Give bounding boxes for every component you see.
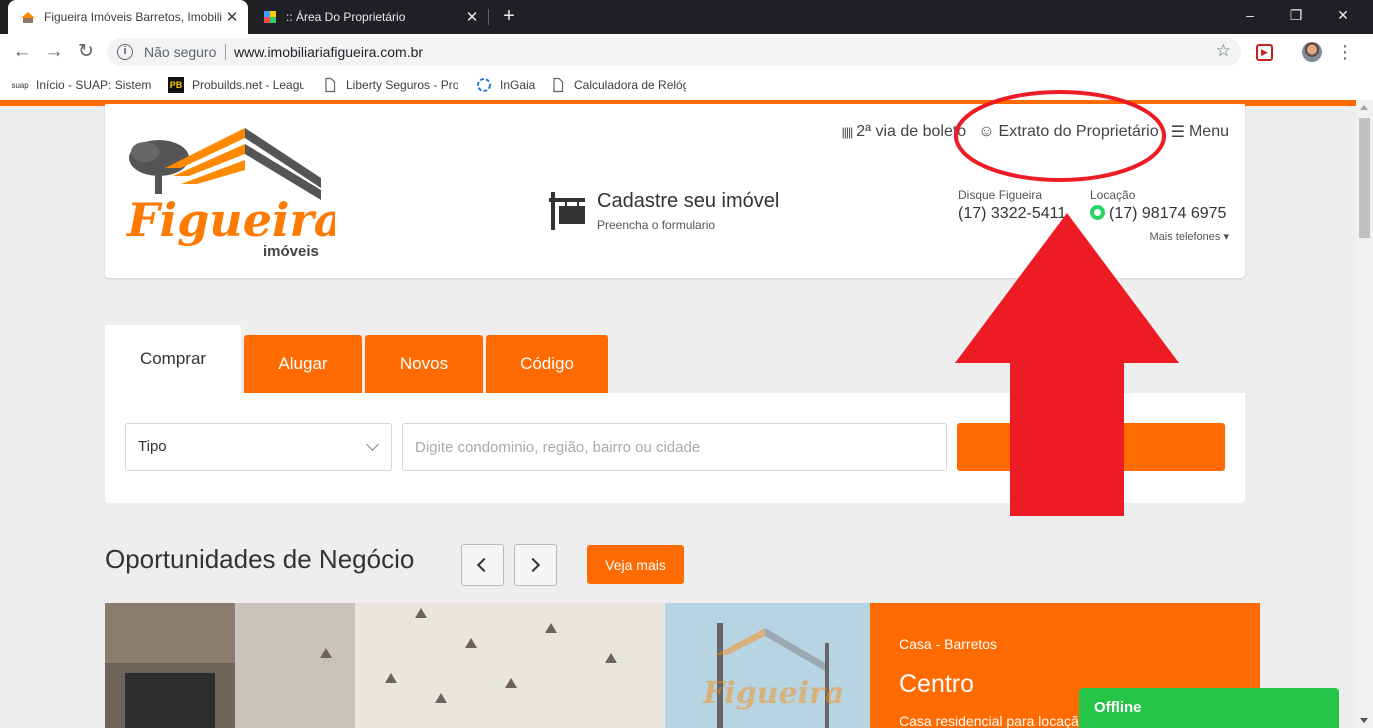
tab-title: Figueira Imóveis Barretos, Imobili <box>44 10 222 24</box>
bookmarks-bar: suap Início - SUAP: Sistema PB Probuilds… <box>0 70 1373 100</box>
tab-separator <box>488 9 489 25</box>
bookmark-label: Probuilds.net - League <box>192 78 304 92</box>
info-icon[interactable]: i <box>117 44 133 60</box>
extrato-label: Extrato do Proprietário <box>998 123 1159 140</box>
tab-codigo[interactable]: Código <box>486 335 608 393</box>
cadastre-subtitle: Preencha o formulario <box>597 218 716 232</box>
close-tab-icon[interactable]: ✕ <box>462 8 482 26</box>
back-button[interactable]: ← <box>10 40 34 64</box>
new-tab-button[interactable]: + <box>498 5 520 27</box>
bookmark-label: Liberty Seguros - Pro <box>346 78 458 92</box>
chevron-right-icon <box>525 557 541 573</box>
svg-text:Figueira: Figueira <box>125 193 335 247</box>
scroll-down-arrow-icon[interactable] <box>1360 718 1368 723</box>
suap-icon: suap <box>12 80 29 90</box>
type-select-value: Tipo <box>138 438 167 455</box>
contact-disque-figueira: Disque Figueira (17) 3322-5411 <box>958 188 1066 223</box>
browser-tab-area-proprietario[interactable]: :: Área Do Proprietário ✕ <box>250 0 488 34</box>
browser-toolbar: ← → ↻ i Não seguro www.imobiliariafiguei… <box>0 34 1373 70</box>
extension-icon[interactable]: ▶ <box>1256 44 1273 61</box>
for-sale-sign-icon[interactable] <box>547 190 587 230</box>
tab-alugar[interactable]: Alugar <box>244 335 362 393</box>
header-top-links: ||||| 2ª via de boleto ☺ Extrato do Prop… <box>842 122 1229 142</box>
probuilds-icon: PB <box>168 77 184 93</box>
bookmark-star-icon[interactable]: ☆ <box>1216 41 1231 61</box>
search-button[interactable]: Buscar <box>957 423 1225 471</box>
menu-button[interactable]: ☰ Menu <box>1171 122 1229 142</box>
browser-tab-figueira[interactable]: Figueira Imóveis Barretos, Imobili ✕ <box>8 0 248 34</box>
see-more-button[interactable]: Veja mais <box>587 545 684 584</box>
address-bar[interactable]: i Não seguro www.imobiliariafigueira.com… <box>107 38 1241 66</box>
minimize-button[interactable]: – <box>1227 0 1273 30</box>
svg-text:imóveis: imóveis <box>263 243 319 260</box>
scroll-thumb[interactable] <box>1359 118 1370 238</box>
chevron-down-icon <box>366 438 379 451</box>
contact-label: Disque Figueira <box>958 188 1043 202</box>
contact-number: (17) 98174 6975 <box>1109 205 1227 222</box>
close-tab-icon[interactable]: ✕ <box>222 8 242 26</box>
contact-number[interactable]: (17) 3322-5411 <box>958 205 1066 223</box>
carousel-next-button[interactable] <box>514 544 557 586</box>
search-panel: Tipo Buscar <box>105 393 1245 503</box>
forward-button[interactable]: → <box>42 40 66 64</box>
reload-button[interactable]: ↻ <box>74 40 98 64</box>
house-favicon-icon <box>21 12 35 23</box>
site-header: Figueira imóveis ||||| 2ª via de boleto … <box>105 104 1245 278</box>
property-photo-image: Figueira <box>105 603 870 728</box>
maximize-button[interactable]: ❐ <box>1273 0 1319 30</box>
contact-number-whatsapp[interactable]: (17) 98174 6975 <box>1090 205 1226 223</box>
tab-novos[interactable]: Novos <box>365 335 483 393</box>
bookmark-ingaia[interactable]: InGaia <box>476 77 546 93</box>
svg-text:Figueira: Figueira <box>702 676 844 711</box>
menu-label: Menu <box>1188 123 1229 140</box>
property-name: Centro <box>899 670 975 698</box>
ingaia-icon <box>477 78 491 92</box>
bookmark-suap[interactable]: suap Início - SUAP: Sistema <box>12 77 152 93</box>
boleto-link[interactable]: ||||| 2ª via de boleto <box>842 122 967 142</box>
chat-widget[interactable]: Offline <box>1079 688 1339 728</box>
hamburger-icon: ☰ <box>1170 124 1185 141</box>
more-phones-dropdown[interactable]: Mais telefones ▾ <box>1149 230 1229 243</box>
bookmark-label: InGaia <box>500 78 536 92</box>
close-window-button[interactable]: ✕ <box>1320 0 1366 30</box>
browser-tab-bar: Figueira Imóveis Barretos, Imobili ✕ :: … <box>0 0 1373 34</box>
contact-label: Locação <box>1090 188 1136 202</box>
carousel-prev-button[interactable] <box>461 544 504 586</box>
address-divider <box>225 44 226 60</box>
page-scrollbar[interactable] <box>1356 100 1373 728</box>
cadastre-imovel-link[interactable]: Cadastre seu imóvel <box>597 190 779 213</box>
search-input[interactable] <box>402 423 947 471</box>
figueira-logo[interactable]: Figueira imóveis <box>125 124 335 264</box>
bookmark-label: Início - SUAP: Sistema <box>36 78 152 92</box>
contact-locacao: Locação (17) 98174 6975 <box>1090 188 1226 223</box>
bookmark-liberty[interactable]: Liberty Seguros - Pro <box>322 77 458 93</box>
bookmark-calculadora[interactable]: Calculadora de Relóg <box>550 77 686 93</box>
colorful-favicon-icon <box>264 11 276 23</box>
boleto-label: 2ª via de boleto <box>856 123 967 140</box>
property-photo[interactable]: Figueira <box>105 603 870 728</box>
page-icon <box>325 77 336 93</box>
whatsapp-icon <box>1090 205 1105 220</box>
property-description: Casa residencial para locação <box>899 713 1087 728</box>
bookmark-probuilds[interactable]: PB Probuilds.net - League <box>168 77 304 93</box>
security-label[interactable]: Não seguro <box>144 44 216 60</box>
url-text[interactable]: www.imobiliariafigueira.com.br <box>234 44 423 60</box>
browser-menu-icon[interactable]: ⋮ <box>1336 40 1354 64</box>
page-icon <box>553 77 564 93</box>
tab-comprar[interactable]: Comprar <box>105 325 241 393</box>
property-type: Casa - Barretos <box>899 636 998 652</box>
smiley-icon: ☺ <box>978 123 995 140</box>
tab-title: :: Área Do Proprietário <box>286 10 406 24</box>
type-select[interactable]: Tipo <box>125 423 392 471</box>
scroll-up-arrow-icon[interactable] <box>1360 105 1368 110</box>
page-viewport: Figueira imóveis ||||| 2ª via de boleto … <box>0 100 1373 728</box>
barcode-icon: ||||| <box>841 125 854 139</box>
opportunities-title: Oportunidades de Negócio <box>105 544 415 574</box>
profile-avatar[interactable] <box>1302 42 1322 62</box>
extrato-proprietario-link[interactable]: ☺ Extrato do Proprietário <box>978 122 1158 142</box>
bookmark-label: Calculadora de Relóg <box>574 78 686 92</box>
chevron-left-icon <box>476 557 492 573</box>
